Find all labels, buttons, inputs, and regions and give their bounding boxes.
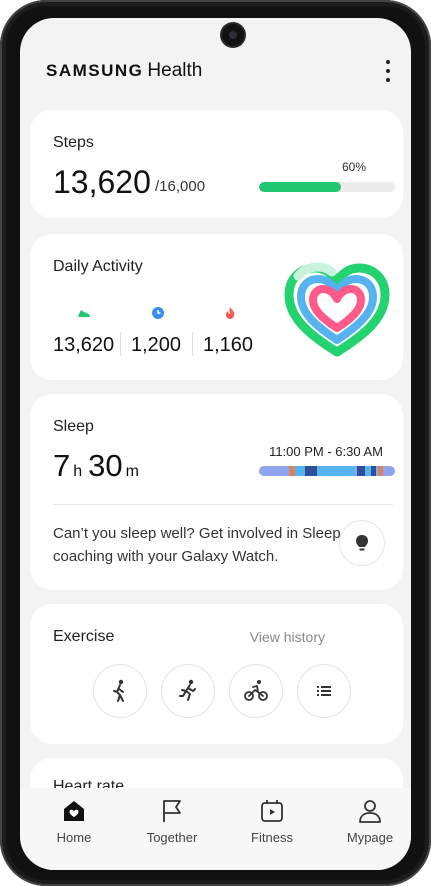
exercise-list-button[interactable]	[297, 664, 351, 718]
screen: SAMSUNG Health Steps 13,620 /16,000 60% D…	[20, 18, 411, 870]
walking-button[interactable]	[93, 664, 147, 718]
daily-steps-value: 13,620	[53, 334, 115, 356]
walk-icon	[113, 679, 124, 702]
shoe-icon	[78, 310, 90, 317]
nav-mypage-label: Mypage	[346, 830, 394, 845]
sleep-minutes-unit: m	[125, 463, 139, 480]
sleep-title: Sleep	[53, 418, 94, 435]
sleep-time-range: 11:00 PM - 6:30 AM	[269, 444, 383, 459]
exercise-card[interactable]: Exercise View history	[30, 604, 403, 744]
clock-icon	[152, 307, 164, 319]
cycle-icon	[244, 680, 268, 701]
bottom-navigation: Home Together Fitness Mypage	[20, 788, 411, 870]
sleep-hours-unit: h	[73, 463, 83, 480]
nav-mypage[interactable]: Mypage	[330, 798, 410, 845]
lightbulb-button[interactable]	[339, 520, 385, 566]
nav-fitness-label: Fitness	[251, 830, 293, 845]
steps-title: Steps	[53, 134, 94, 151]
flag-icon	[163, 800, 181, 822]
view-history-link[interactable]: View history	[250, 629, 325, 645]
app-bar: SAMSUNG Health	[20, 18, 411, 108]
sleep-minutes: 30	[88, 448, 123, 483]
divider	[53, 504, 393, 505]
divider	[120, 332, 121, 356]
steps-card[interactable]: Steps 13,620 /16,000 60%	[30, 110, 403, 218]
more-options-icon[interactable]	[383, 60, 393, 82]
daily-activity-card[interactable]: Daily Activity 13,620 1,200 1,160	[30, 234, 403, 380]
divider	[192, 332, 193, 356]
sleep-segment-rem	[317, 466, 355, 476]
sleep-duration: 7 h 30 m	[53, 448, 145, 484]
sleep-hours: 7	[53, 448, 71, 483]
lightbulb-icon	[356, 535, 368, 551]
sleep-segment-deep	[305, 466, 317, 476]
brand-samsung: SAMSUNG	[46, 61, 144, 80]
steps-progress-fill	[259, 182, 341, 192]
daily-activity-title: Daily Activity	[53, 258, 143, 275]
app-logo: SAMSUNG Health	[46, 60, 202, 82]
sleep-segment-deep	[357, 466, 365, 476]
daily-calories-value: 1,160	[203, 334, 254, 356]
nav-home-label: Home	[56, 830, 92, 845]
nav-together-label: Together	[146, 830, 198, 845]
sleep-coaching-tip: Can’t you sleep well? Get involved in Sl…	[53, 525, 341, 565]
sleep-segment-rem	[295, 466, 305, 476]
nav-together[interactable]: Together	[132, 798, 212, 845]
sleep-segment-awake	[378, 466, 383, 476]
sleep-segment-deep	[371, 466, 376, 476]
steps-goal: /16,000	[155, 178, 206, 195]
sleep-card[interactable]: Sleep 7 h 30 m 11:00 PM - 6:30 AM Can’t you…	[30, 394, 403, 590]
person-icon	[359, 800, 381, 823]
nav-home[interactable]: Home	[34, 798, 114, 845]
phone-frame: SAMSUNG Health Steps 13,620 /16,000 60% D…	[0, 0, 431, 886]
sleep-stage-bar	[259, 466, 395, 476]
brand-health: Health	[147, 60, 203, 81]
list-icon	[317, 686, 331, 696]
nav-fitness[interactable]: Fitness	[232, 798, 312, 845]
exercise-title: Exercise	[53, 628, 115, 645]
fitness-icon	[261, 800, 283, 822]
flame-icon	[225, 307, 235, 319]
running-button[interactable]	[161, 664, 215, 718]
steps-percent: 60%	[342, 160, 367, 174]
cycling-button[interactable]	[229, 664, 283, 718]
daily-minutes-value: 1,200	[131, 334, 182, 356]
steps-count: 13,620	[53, 164, 151, 200]
steps-progress-bar	[259, 182, 395, 192]
home-icon	[64, 801, 84, 821]
run-icon	[179, 679, 196, 701]
activity-heart-icon	[284, 262, 390, 357]
